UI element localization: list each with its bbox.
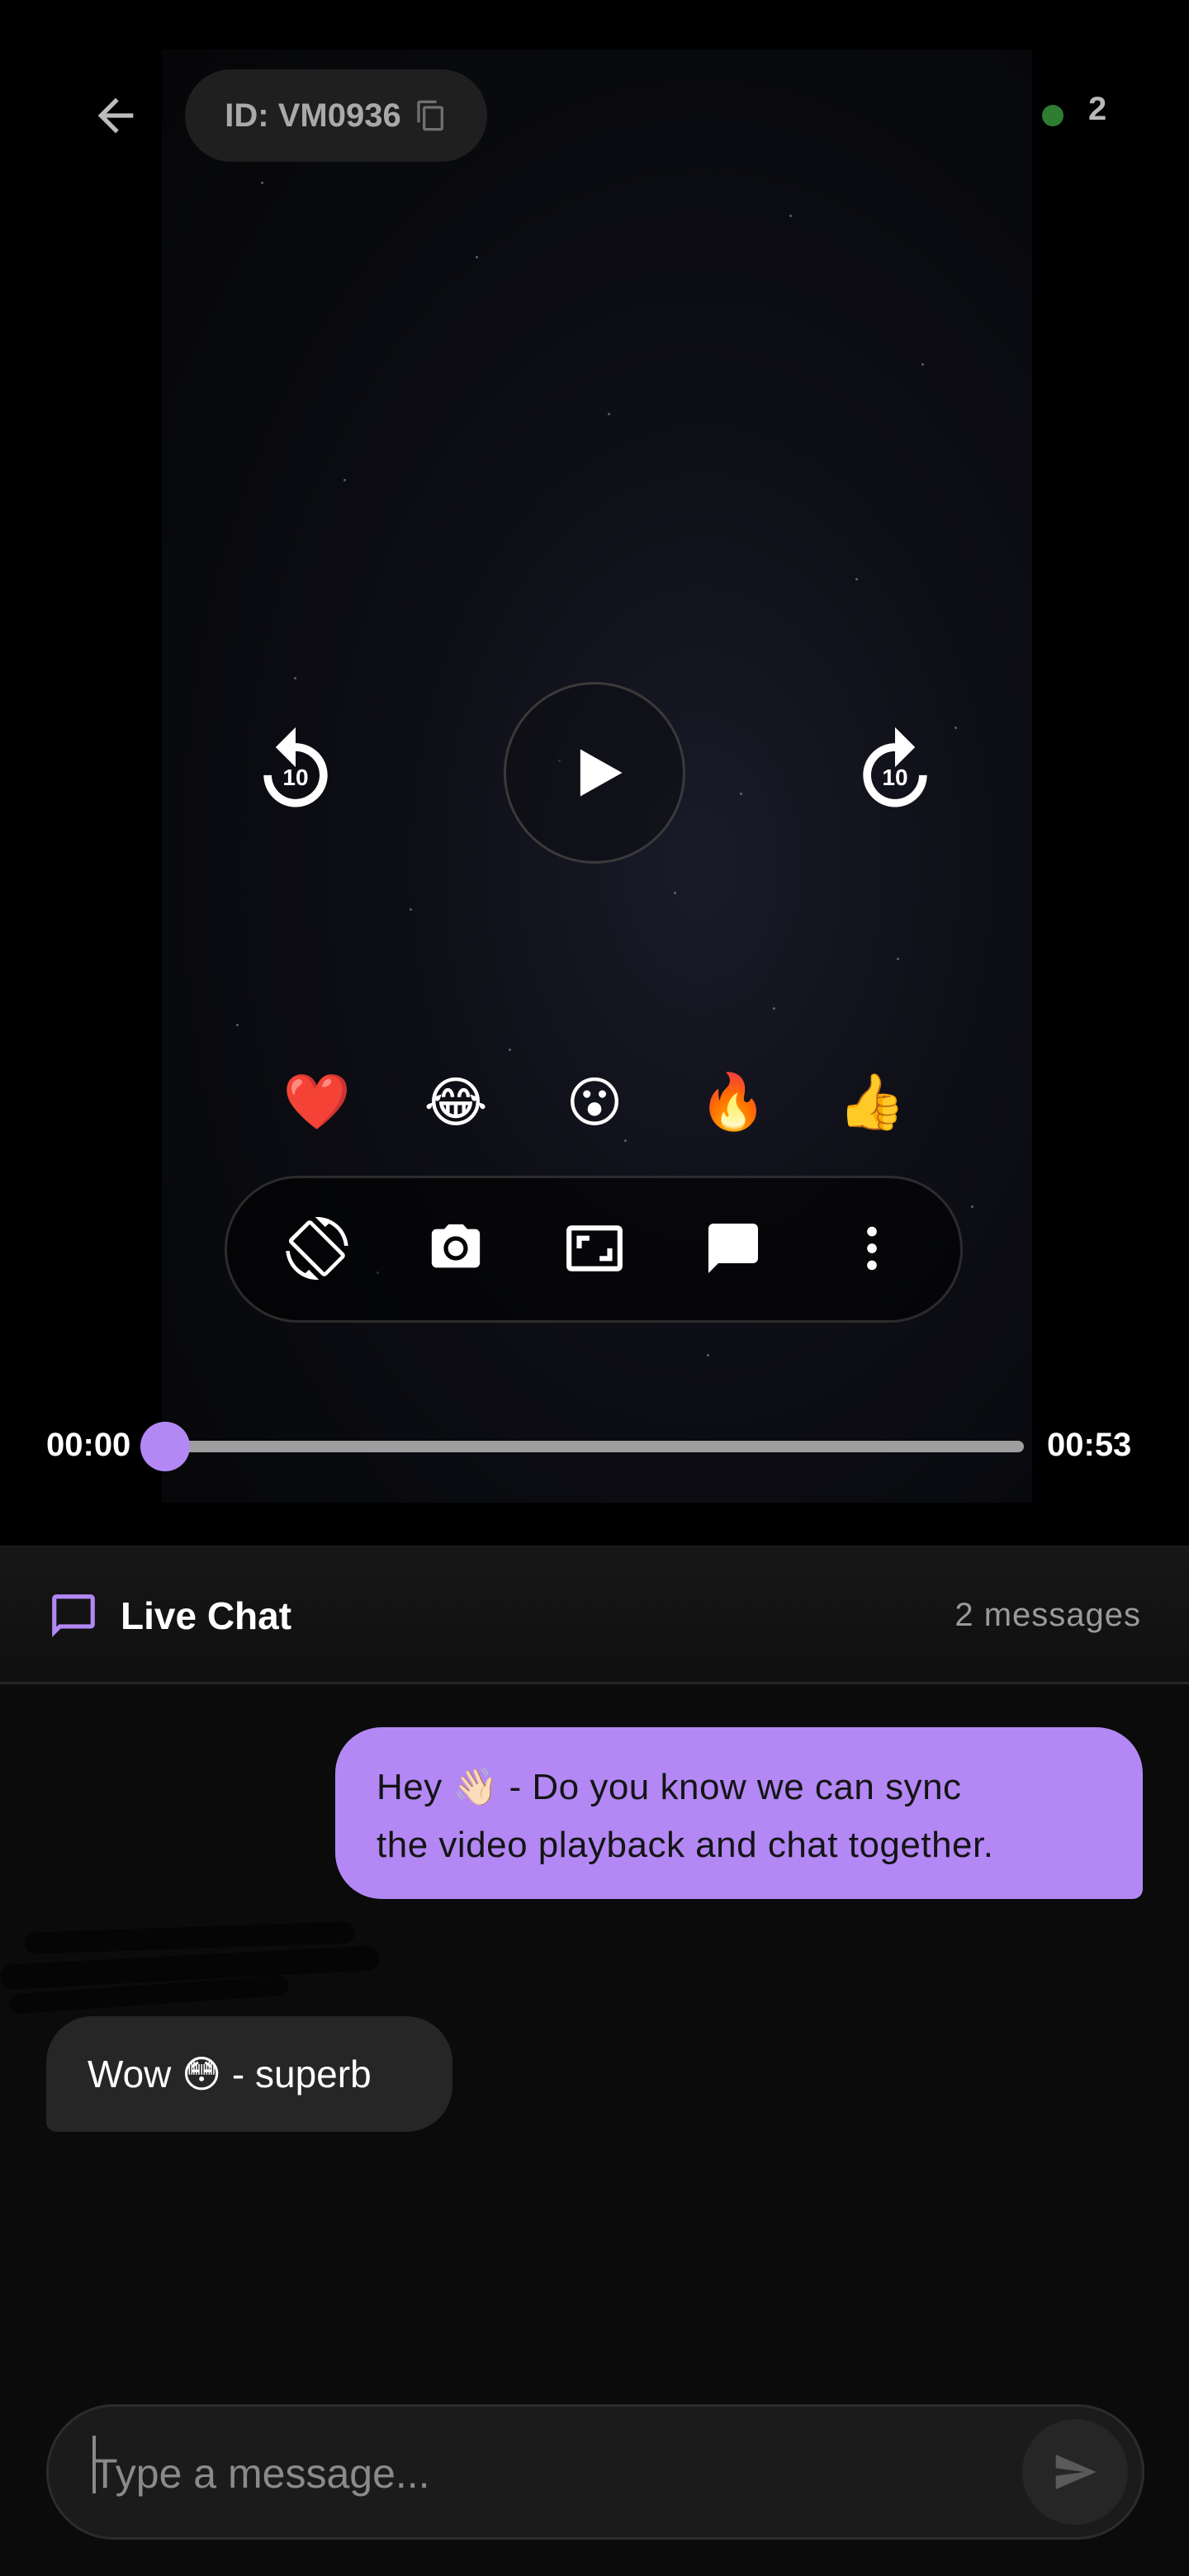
chat-title: Live Chat: [121, 1594, 292, 1637]
reaction-laugh-button[interactable]: 😂: [414, 1065, 497, 1139]
text-cursor: [92, 2436, 96, 2493]
message-text: Wow 😳 - superb: [88, 2053, 372, 2095]
forward-10-button[interactable]: 10: [847, 723, 943, 819]
rewind-seconds-label: 10: [282, 765, 309, 790]
message-text-line: the video playback and chat together.: [377, 1825, 994, 1865]
screenshot-button[interactable]: [414, 1207, 497, 1290]
message-text-line: Hey 👋🏻 - Do you know we can sync: [377, 1767, 962, 1807]
more-vertical-icon: [867, 1226, 877, 1271]
chat-outline-icon: [52, 1594, 95, 1637]
forward-seconds-label: 10: [882, 765, 908, 790]
toggle-chat-button[interactable]: [692, 1207, 775, 1290]
play-icon: [580, 749, 623, 797]
send-icon: [1055, 2455, 1097, 2489]
seek-bar[interactable]: [165, 1441, 1024, 1452]
aspect-ratio-button[interactable]: [553, 1207, 636, 1290]
play-button[interactable]: [504, 682, 685, 864]
current-time: 00:00: [46, 1427, 131, 1463]
reaction-wow-button[interactable]: 😮: [553, 1065, 636, 1139]
more-options-button[interactable]: [831, 1207, 913, 1290]
arrow-left-icon: [97, 97, 134, 134]
rotate-screen-button[interactable]: [276, 1207, 358, 1290]
message-count: 2 messages: [955, 1597, 1141, 1633]
session-id-chip[interactable]: ID: VM0936: [185, 69, 487, 162]
reaction-thumbs-up-button[interactable]: 👍: [831, 1065, 913, 1139]
seek-thumb[interactable]: [140, 1422, 190, 1471]
screen-rotation-icon: [286, 1217, 348, 1280]
total-duration: 00:53: [1047, 1427, 1132, 1463]
reaction-heart-button[interactable]: ❤️: [276, 1065, 358, 1139]
send-button[interactable]: [1022, 2419, 1128, 2525]
rewind-10-button[interactable]: 10: [248, 723, 343, 819]
back-button[interactable]: [76, 83, 155, 149]
copy-icon[interactable]: [414, 99, 448, 132]
message-input[interactable]: [91, 2436, 986, 2512]
session-id-label: ID: VM0936: [225, 97, 401, 134]
camera-icon: [431, 1224, 481, 1268]
chat-bubble-icon: [708, 1224, 758, 1273]
outgoing-message-bubble: Hey 👋🏻 - Do you know we can sync the vid…: [335, 1727, 1143, 1899]
reaction-fire-button[interactable]: 🔥: [692, 1065, 775, 1139]
online-indicator: [1042, 105, 1063, 126]
aspect-ratio-icon: [566, 1225, 623, 1271]
viewer-count: 2: [1088, 91, 1107, 127]
incoming-message-bubble: Wow 😳 - superb: [46, 2016, 452, 2132]
